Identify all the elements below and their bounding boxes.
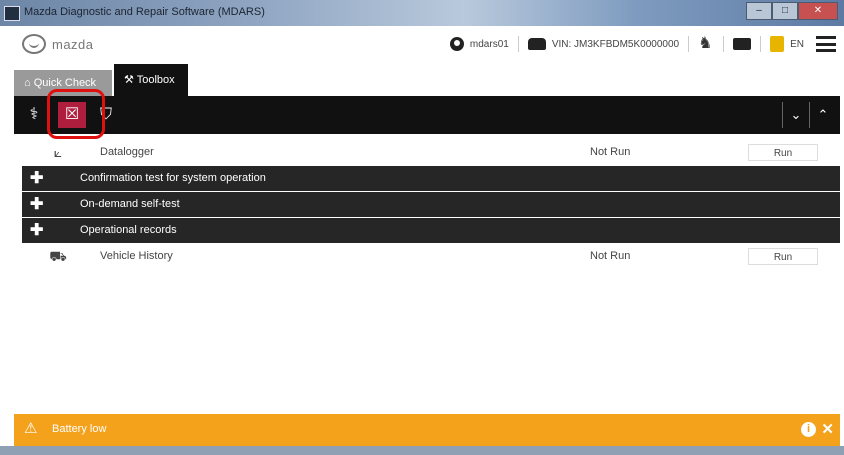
item-status: Not Run — [590, 146, 631, 158]
os-taskbar — [0, 446, 844, 455]
app-icon — [4, 6, 20, 21]
group-name: Operational records — [80, 224, 177, 236]
tab-toolbox[interactable]: ⚒ Toolbox — [114, 64, 188, 96]
window-title: Mazda Diagnostic and Repair Software (MD… — [24, 6, 265, 18]
toolbox-list: ⟀ Datalogger Not Run Run ✚ Confirmation … — [22, 140, 840, 270]
vci-device-icon[interactable] — [733, 38, 752, 50]
tab-label: Toolbox — [136, 74, 175, 86]
group-header[interactable]: ✚ On-demand self-test — [22, 192, 840, 217]
car-history-icon: ⛟ — [49, 248, 67, 264]
group-header[interactable]: ✚ Operational records — [22, 218, 840, 243]
header-tools: mdars01 VIN: JM3KFBDM5K0000000 ♞ EN — [449, 35, 836, 53]
hamburger-menu-icon[interactable] — [816, 36, 836, 52]
maximize-button[interactable]: □ — [772, 2, 798, 20]
group-name: On-demand self-test — [80, 198, 180, 210]
toolbox-toolbar: ⚕ ☒ ⛉ ⌄ ⌃ — [14, 96, 840, 134]
expand-collapse-controls: ⌄ ⌃ — [782, 102, 836, 128]
expand-icon[interactable]: ✚ — [30, 166, 43, 191]
stethoscope-icon[interactable]: ⚕ — [20, 102, 48, 128]
list-item[interactable]: ⛟ Vehicle History Not Run Run — [22, 244, 840, 269]
mazda-logo-icon — [22, 34, 46, 54]
divider — [760, 36, 762, 52]
close-icon[interactable]: ✕ — [821, 420, 834, 438]
divider — [517, 36, 519, 52]
divider — [688, 36, 690, 52]
app-header: mazda mdars01 VIN: JM3KFBDM5K0000000 ♞ E… — [0, 26, 844, 65]
tab-label: Quick Check — [33, 77, 97, 89]
list-item[interactable]: ⟀ Datalogger Not Run Run — [22, 140, 840, 165]
collapse-all-button[interactable]: ⌃ — [809, 102, 836, 128]
divider — [723, 36, 725, 52]
expand-all-button[interactable]: ⌄ — [782, 102, 809, 128]
window-titlebar: Mazda Diagnostic and Repair Software (MD… — [0, 0, 844, 26]
tab-bar: ⌂ Quick Check ⚒ Toolbox — [0, 64, 844, 96]
warning-icon: ⚠ — [24, 420, 38, 437]
window-controls: – □ ✕ — [746, 2, 838, 20]
highlight-annotation — [47, 89, 105, 139]
item-status: Not Run — [590, 250, 631, 262]
logo-text: mazda — [52, 36, 94, 52]
wrench-icon: ⚒ — [124, 74, 137, 86]
mazda-logo: mazda — [22, 34, 94, 54]
notification-message: Battery low — [52, 423, 107, 435]
vehicle-vin[interactable]: VIN: JM3KFBDM5K0000000 — [552, 39, 679, 50]
expand-icon[interactable]: ✚ — [30, 218, 43, 243]
item-name: Datalogger — [100, 146, 154, 158]
info-icon[interactable]: i — [801, 422, 816, 437]
user-icon — [449, 37, 464, 51]
technician-icon[interactable]: ♞ — [698, 35, 714, 53]
close-window-button[interactable]: ✕ — [798, 2, 838, 20]
home-icon: ⌂ — [24, 77, 34, 89]
user-name[interactable]: mdars01 — [470, 39, 509, 50]
minimize-button[interactable]: – — [746, 2, 772, 20]
language-selector[interactable]: EN — [790, 39, 804, 50]
chart-icon: ⟀ — [53, 144, 63, 160]
notification-bar: ⚠ Battery low i ✕ — [14, 414, 840, 446]
vehicle-icon — [527, 38, 546, 50]
language-flag-icon — [770, 36, 785, 52]
run-button[interactable]: Run — [748, 248, 818, 265]
run-button[interactable]: Run — [748, 144, 818, 161]
group-header[interactable]: ✚ Confirmation test for system operation — [22, 166, 840, 191]
group-name: Confirmation test for system operation — [80, 172, 266, 184]
expand-icon[interactable]: ✚ — [30, 192, 43, 217]
item-name: Vehicle History — [100, 250, 173, 262]
